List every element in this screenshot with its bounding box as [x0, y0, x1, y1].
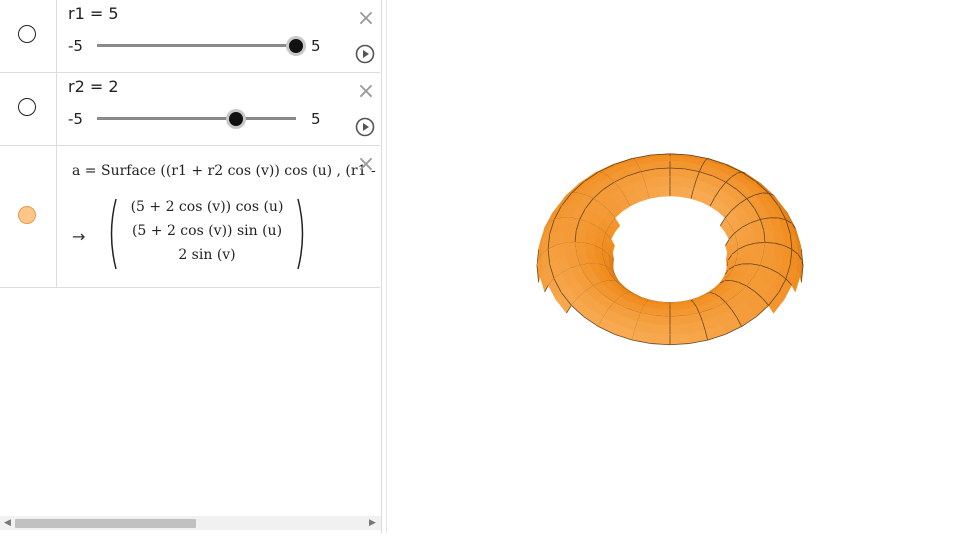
algebra-row-r2[interactable]: r2 = 2 -5 5 × — [0, 73, 380, 146]
slider-definition-r1[interactable]: r1 = 5 — [68, 4, 119, 23]
surface-definition-input[interactable]: a = Surface ((r1 + r2 cos (v)) cos (u) ,… — [72, 163, 380, 179]
torus-face — [652, 324, 670, 335]
torus-face — [657, 176, 670, 186]
marble-column — [0, 73, 57, 145]
marble-column — [0, 0, 57, 72]
torus-face — [670, 316, 686, 325]
slider-knob-r1[interactable] — [289, 39, 303, 53]
torus-face — [654, 316, 670, 325]
torus-face — [565, 242, 576, 256]
result-arrow: → — [72, 227, 85, 246]
torus-face — [575, 242, 586, 254]
play-icon[interactable] — [355, 44, 375, 64]
torus-face — [575, 231, 586, 243]
torus-face — [670, 176, 683, 186]
right-paren — [296, 197, 308, 271]
torus-face — [670, 324, 688, 335]
algebra-view: r1 = 5 -5 5 × r2 = 2 -5 5 × a = Surface … — [0, 0, 382, 533]
slider-track-r2[interactable] — [97, 117, 296, 120]
torus-face — [654, 161, 670, 169]
close-icon[interactable]: × — [356, 156, 376, 176]
scrollbar-thumb[interactable] — [15, 519, 196, 528]
result-row-2: (5 + 2 cos (v)) sin (u) — [120, 223, 294, 247]
torus-face — [658, 186, 670, 197]
slider-max-r1: 5 — [311, 37, 321, 55]
torus-face — [655, 168, 670, 177]
result-vector: (5 + 2 cos (v)) cos (u) (5 + 2 cos (v)) … — [120, 199, 294, 271]
scroll-left-icon[interactable]: ◀ — [4, 517, 11, 529]
graphics-3d-view[interactable] — [388, 0, 954, 533]
close-icon[interactable]: × — [356, 10, 376, 30]
close-icon[interactable]: × — [356, 83, 376, 103]
slider-min-r2: -5 — [68, 110, 83, 128]
play-icon[interactable] — [355, 117, 375, 137]
result-row-1: (5 + 2 cos (v)) cos (u) — [120, 199, 294, 223]
torus-face — [670, 186, 682, 197]
torus-face — [754, 231, 765, 243]
marble-column — [0, 146, 57, 287]
torus-face — [651, 334, 670, 345]
torus-face — [670, 161, 686, 169]
algebra-row-surface[interactable]: a = Surface ((r1 + r2 cos (v)) cos (u) ,… — [0, 146, 380, 288]
visibility-toggle-surface[interactable] — [18, 206, 36, 224]
slider-min-r1: -5 — [68, 37, 83, 55]
slider-definition-r2[interactable]: r2 = 2 — [68, 77, 119, 96]
algebra-row-r1[interactable]: r1 = 5 -5 5 × — [0, 0, 380, 73]
torus-face — [670, 334, 689, 345]
result-row-3: 2 sin (v) — [120, 247, 294, 271]
left-paren — [106, 197, 118, 271]
slider-track-r1[interactable] — [97, 44, 296, 47]
slider-max-r2: 5 — [311, 110, 321, 128]
scroll-right-icon[interactable]: ▶ — [369, 517, 376, 529]
torus-face — [754, 242, 765, 254]
visibility-toggle-r2[interactable] — [18, 98, 36, 116]
torus-surface[interactable] — [388, 0, 954, 533]
torus-face — [565, 230, 576, 243]
torus-face — [670, 168, 685, 177]
slider-knob-r2[interactable] — [229, 112, 243, 126]
view-divider[interactable] — [386, 0, 387, 533]
torus-face — [764, 242, 775, 256]
visibility-toggle-r1[interactable] — [18, 25, 36, 43]
torus-face — [764, 230, 775, 243]
horizontal-scrollbar[interactable]: ◀ ▶ — [0, 516, 381, 530]
